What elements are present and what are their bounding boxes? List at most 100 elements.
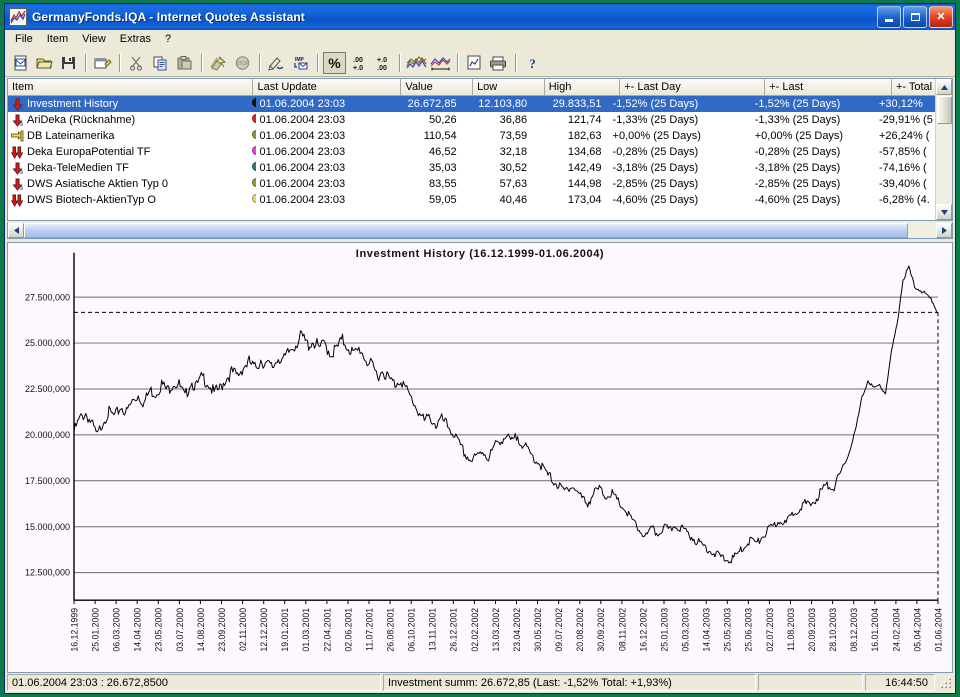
decrease-decimals-icon[interactable]: .00 +.0 bbox=[347, 52, 370, 74]
row-high: 173,04 bbox=[567, 194, 602, 206]
row-high: 121,74 bbox=[567, 114, 602, 126]
scroll-down-icon[interactable] bbox=[936, 204, 952, 220]
stop-icon[interactable]: STOP bbox=[231, 52, 254, 74]
row-last-update: 01.06.2004 23:03 bbox=[259, 130, 346, 142]
svg-text:20.08.2002: 20.08.2002 bbox=[575, 608, 585, 652]
svg-text:20.09.2003: 20.09.2003 bbox=[807, 608, 817, 652]
edit-quote-icon[interactable] bbox=[265, 52, 288, 74]
svg-text:24.02.2004: 24.02.2004 bbox=[891, 608, 901, 652]
column-last[interactable]: +- Last bbox=[765, 79, 892, 96]
open-folder-icon[interactable] bbox=[33, 52, 56, 74]
main-window: GermanyFonds.IQA - Internet Quotes Assis… bbox=[4, 3, 956, 694]
column-high[interactable]: High bbox=[544, 79, 621, 96]
list-body[interactable]: Investment History 01.06.2004 23:03 26.672… bbox=[8, 96, 952, 220]
chart-panel[interactable]: Investment History (16.12.1999-01.06.200… bbox=[7, 242, 953, 673]
table-row[interactable]: AriDeka (Rücknahme) 01.06.2004 23:03 50,26… bbox=[8, 112, 952, 128]
svg-text:IMP: IMP bbox=[295, 57, 305, 63]
increase-decimals-icon[interactable]: +.0.00 bbox=[371, 52, 394, 74]
hscroll-track[interactable] bbox=[908, 222, 936, 238]
scroll-thumb[interactable] bbox=[936, 96, 952, 124]
arrow-down-red-icon bbox=[11, 114, 24, 127]
items-list[interactable]: Item Last Update Value Low High +- Last … bbox=[7, 78, 953, 221]
column-item[interactable]: Item bbox=[8, 79, 254, 96]
svg-text:01.03.2001: 01.03.2001 bbox=[301, 608, 311, 652]
row-last-update: 01.06.2004 23:03 bbox=[259, 194, 346, 206]
list-vertical-scrollbar[interactable] bbox=[935, 79, 952, 220]
column-last-day[interactable]: +- Last Day bbox=[620, 79, 766, 96]
svg-text:19.01.2001: 19.01.2001 bbox=[280, 608, 290, 652]
page-chart-icon[interactable] bbox=[463, 52, 486, 74]
save-disk-icon[interactable] bbox=[57, 52, 80, 74]
scroll-left-icon[interactable] bbox=[8, 222, 24, 238]
help-icon[interactable]: ? bbox=[521, 52, 544, 74]
percent-icon[interactable]: % bbox=[323, 52, 346, 74]
row-last: -1,52% (25 Days) bbox=[754, 98, 841, 110]
row-last: -3,18% (25 Days) bbox=[754, 162, 841, 174]
update-lightning-icon[interactable] bbox=[207, 52, 230, 74]
table-row[interactable]: Deka EuropaPotential TF 01.06.2004 23:03 4… bbox=[8, 144, 952, 160]
maximize-button[interactable] bbox=[903, 6, 927, 28]
minimize-button[interactable] bbox=[877, 6, 901, 28]
row-last-day: -3,18% (25 Days) bbox=[612, 162, 699, 174]
svg-text:25.01.2003: 25.01.2003 bbox=[659, 608, 669, 652]
status-quote: 01.06.2004 23:03 : 26.672,8500 bbox=[7, 674, 381, 691]
row-high: 144,98 bbox=[567, 178, 602, 190]
menu-help[interactable]: ? bbox=[158, 31, 178, 48]
window-controls: ✕ bbox=[877, 6, 953, 28]
close-button[interactable]: ✕ bbox=[929, 6, 953, 28]
row-item-name: Deka EuropaPotential TF bbox=[8, 146, 249, 159]
row-low: 32,18 bbox=[499, 146, 528, 158]
svg-text:01.06.2004: 01.06.2004 bbox=[933, 608, 943, 652]
scroll-right-icon[interactable] bbox=[936, 222, 952, 238]
table-row[interactable]: Investment History 01.06.2004 23:03 26.672… bbox=[8, 96, 952, 112]
table-row[interactable]: DB Lateinamerika 01.06.2004 23:03 110,54 73… bbox=[8, 128, 952, 144]
row-last-day: -0,28% (25 Days) bbox=[612, 146, 699, 158]
hscroll-thumb[interactable] bbox=[24, 222, 908, 238]
svg-text:08.12.2003: 08.12.2003 bbox=[849, 608, 859, 652]
svg-text:02.11.2000: 02.11.2000 bbox=[238, 608, 248, 651]
row-last: +0,00% (25 Days) bbox=[754, 130, 844, 142]
row-last-day: -2,85% (25 Days) bbox=[612, 178, 699, 190]
table-row[interactable]: Deka-TeleMedien TF 01.06.2004 23:03 35,03 3… bbox=[8, 160, 952, 176]
copy-icon[interactable] bbox=[149, 52, 172, 74]
svg-text:28.10.2003: 28.10.2003 bbox=[828, 608, 838, 652]
paste-icon[interactable] bbox=[173, 52, 196, 74]
chart-compare-icon[interactable] bbox=[405, 52, 428, 74]
svg-text:16.01.2004: 16.01.2004 bbox=[870, 608, 880, 652]
table-row[interactable]: DWS Asiatische Aktien Typ 0 01.06.2004 23… bbox=[8, 176, 952, 192]
import-icon[interactable]: IMP bbox=[289, 52, 312, 74]
svg-text:06.10.2001: 06.10.2001 bbox=[406, 608, 416, 652]
list-horizontal-scrollbar[interactable] bbox=[7, 222, 953, 239]
row-low: 12.103,80 bbox=[478, 98, 528, 110]
cut-scissors-icon[interactable] bbox=[125, 52, 148, 74]
row-last-day: -1,52% (25 Days) bbox=[612, 98, 699, 110]
properties-icon[interactable] bbox=[91, 52, 114, 74]
column-value[interactable]: Value bbox=[401, 79, 474, 96]
menu-view[interactable]: View bbox=[75, 31, 113, 48]
new-icon[interactable] bbox=[9, 52, 32, 74]
toolbar-separator bbox=[515, 54, 517, 72]
menu-item[interactable]: Item bbox=[40, 31, 75, 48]
column-last-update[interactable]: Last Update bbox=[253, 79, 402, 96]
column-low[interactable]: Low bbox=[473, 79, 545, 96]
print-icon[interactable] bbox=[487, 52, 510, 74]
row-item-name: DWS Biotech-AktienTyp O bbox=[8, 194, 249, 207]
row-value: 59,05 bbox=[429, 194, 457, 206]
table-row[interactable]: DWS Biotech-AktienTyp O 01.06.2004 23:03 5… bbox=[8, 192, 952, 208]
svg-text:20.000,000: 20.000,000 bbox=[25, 430, 70, 440]
svg-text:08.11.2002: 08.11.2002 bbox=[617, 608, 627, 651]
row-status-dot bbox=[249, 194, 257, 206]
svg-text:25.06.2003: 25.06.2003 bbox=[744, 608, 754, 652]
resize-grip-icon[interactable] bbox=[939, 676, 953, 690]
toolbar: STOP IMP % .00 +.0 +.0.00 ? bbox=[5, 50, 955, 77]
scroll-track[interactable] bbox=[936, 124, 952, 204]
row-last-update: 01.06.2004 23:03 bbox=[259, 114, 346, 126]
row-item-name: DB Lateinamerika bbox=[8, 130, 249, 143]
menu-extras[interactable]: Extras bbox=[113, 31, 158, 48]
svg-text:26.08.2001: 26.08.2001 bbox=[385, 608, 395, 652]
menu-file[interactable]: File bbox=[8, 31, 40, 48]
scroll-up-icon[interactable] bbox=[936, 79, 952, 95]
svg-text:02.02.2002: 02.02.2002 bbox=[470, 608, 480, 652]
investment-history-chart[interactable]: 12.500,000 15.000,000 17.500,000 20.000,000… bbox=[8, 243, 952, 672]
chart-range-icon[interactable] bbox=[429, 52, 452, 74]
